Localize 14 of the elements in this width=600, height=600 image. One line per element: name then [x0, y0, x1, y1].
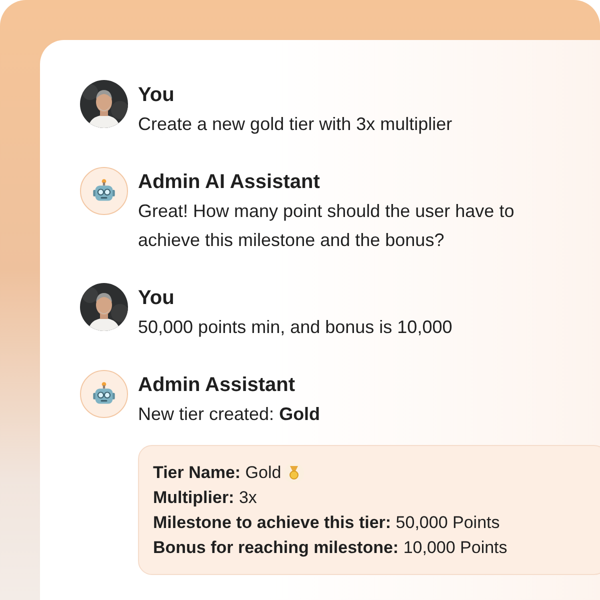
message-text: 50,000 points min, and bonus is 10,000: [138, 316, 454, 339]
sender-name: You: [138, 83, 176, 108]
tier-detail: Tier Name: Gold: [153, 462, 282, 484]
sender-name: You: [138, 286, 176, 311]
tier-detail: Bonus for reaching milestone: 10,000 Points: [153, 537, 508, 559]
message-text: New tier created: Gold: [138, 403, 322, 426]
sender-name: Admin AI Assistant: [138, 170, 321, 195]
robot-icon: [91, 381, 117, 407]
message-text: Create a new gold tier with 3x multiplier: [138, 113, 454, 136]
robot-icon: [91, 178, 117, 204]
tier-detail: Milestone to achieve this tier: 50,000 Points: [153, 512, 500, 534]
message-text: Great! How many point should the user have to achieve this milestone and the bonus?: [138, 200, 516, 252]
sender-name: Admin Assistant: [138, 373, 296, 398]
tier-detail: Multiplier: 3x: [153, 487, 257, 509]
